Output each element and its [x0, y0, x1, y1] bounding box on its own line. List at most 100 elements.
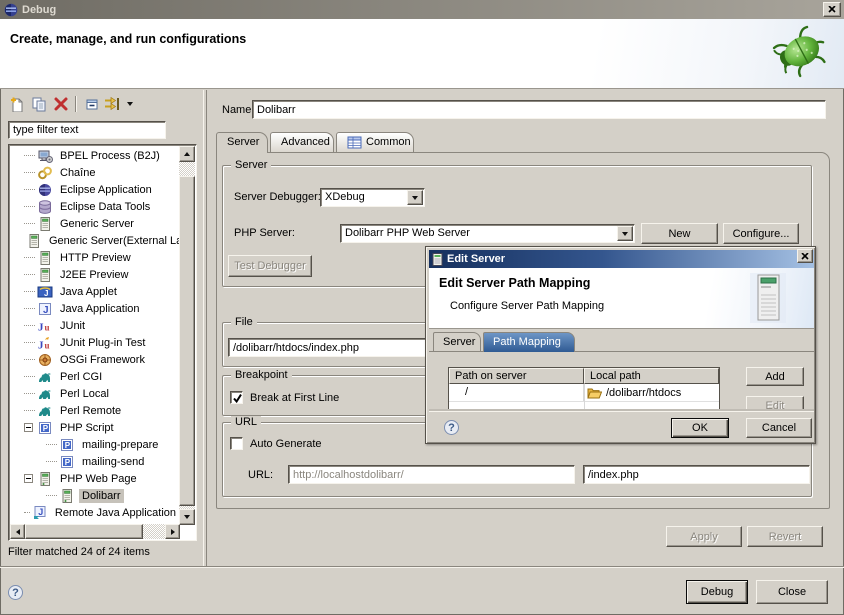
tree-content: BPEL Process (B2J)ChaîneEclipse Applicat…	[10, 147, 179, 523]
close-button[interactable]: Close	[756, 580, 828, 604]
ok-button[interactable]: OK	[671, 418, 729, 438]
duplicate-config-icon[interactable]	[28, 94, 50, 114]
tree-item-junit-plug-in-test[interactable]: JuJUnit Plug-in Test	[10, 334, 179, 351]
expander-minus-icon[interactable]	[24, 423, 33, 432]
tree-item-remote-java-application[interactable]: JRemote Java Application	[10, 504, 179, 521]
tree-connector	[24, 223, 35, 224]
tree-item-j2ee-preview[interactable]: J2EE Preview	[10, 266, 179, 283]
filter-config-icon[interactable]	[102, 94, 124, 114]
tree-item-php-script[interactable]: PPHP Script	[10, 419, 179, 436]
collapse-all-icon[interactable]	[80, 94, 102, 114]
tree-item-generic-server[interactable]: Generic Server	[10, 215, 179, 232]
scroll-up-button[interactable]	[179, 146, 195, 162]
add-mapping-button[interactable]: Add	[746, 367, 804, 386]
col-path-on-server[interactable]: Path on server	[449, 368, 584, 384]
tree-item-perl-remote[interactable]: Perl Remote	[10, 402, 179, 419]
tab-dialog-server[interactable]: Server	[433, 332, 481, 351]
table-icon	[347, 136, 362, 149]
tree-item-http-preview[interactable]: HTTP Preview	[10, 249, 179, 266]
tab-common[interactable]: Common	[336, 132, 414, 152]
hscroll-thumb[interactable]	[25, 524, 143, 539]
hscroll-track[interactable]	[143, 524, 165, 539]
page-title: Create, manage, and run configurations	[10, 32, 246, 46]
revert-button[interactable]: Revert	[747, 526, 823, 547]
cancel-button[interactable]: Cancel	[746, 418, 812, 438]
server-debugger-combo[interactable]: XDebug	[320, 188, 425, 207]
configurations-tree: BPEL Process (B2J)ChaîneEclipse Applicat…	[8, 144, 197, 541]
tab-advanced[interactable]: Advanced	[270, 132, 334, 152]
combo-arrow-icon[interactable]	[407, 190, 423, 205]
tree-item-dolibarr[interactable]: Dolibarr	[10, 487, 179, 504]
delete-config-icon[interactable]	[50, 94, 72, 114]
php-icon: P	[59, 454, 75, 470]
tab-server[interactable]: Server	[216, 132, 268, 153]
tree-item-java-application[interactable]: JJava Application	[10, 300, 179, 317]
dialog-help-icon[interactable]: ?	[444, 420, 459, 435]
perl-icon	[37, 369, 53, 385]
tree-item-perl-cgi[interactable]: Perl CGI	[10, 368, 179, 385]
configure-button[interactable]: Configure...	[723, 223, 799, 244]
break-first-line-checkbox[interactable]	[230, 391, 243, 404]
tree-item-eclipse-data-tools[interactable]: Eclipse Data Tools	[10, 198, 179, 215]
svg-text:J: J	[38, 506, 43, 516]
vscroll-thumb[interactable]	[179, 176, 195, 506]
edit-server-close-button[interactable]	[797, 249, 813, 263]
tree-item-java-applet[interactable]: JJava Applet	[10, 283, 179, 300]
tree-item-junit[interactable]: JuJUnit	[10, 317, 179, 334]
filter-status-text: Filter matched 24 of 24 items	[8, 546, 150, 558]
apply-button[interactable]: Apply	[666, 526, 742, 547]
tree-item-cha-ne[interactable]: Chaîne	[10, 164, 179, 181]
tree-connector	[24, 155, 35, 156]
window-close-button[interactable]	[823, 2, 841, 17]
scroll-right-button[interactable]	[165, 524, 180, 539]
scroll-left-button[interactable]	[10, 524, 25, 539]
svg-text:J: J	[38, 339, 44, 351]
new-server-button[interactable]: New	[641, 223, 718, 244]
new-config-icon[interactable]	[6, 94, 28, 114]
scroll-down-button[interactable]	[179, 509, 195, 525]
tree-item-eclipse-application[interactable]: Eclipse Application	[10, 181, 179, 198]
tree-item-mailing-prepare[interactable]: Pmailing-prepare	[10, 436, 179, 453]
debug-button[interactable]: Debug	[686, 580, 748, 604]
eclipse-logo-icon	[4, 3, 18, 17]
tree-connector	[24, 376, 35, 377]
tree-item-perl-local[interactable]: Perl Local	[10, 385, 179, 402]
tree-connector	[24, 308, 35, 309]
toolbar-separator	[75, 96, 77, 112]
filter-menu-caret-icon[interactable]	[124, 94, 136, 114]
help-icon[interactable]: ?	[8, 585, 23, 600]
tree-item-osgi-framework[interactable]: OSGi Framework	[10, 351, 179, 368]
table-header: Path on server Local path	[449, 368, 719, 384]
auto-generate-checkbox[interactable]	[230, 437, 243, 450]
tab-path-mapping[interactable]: Path Mapping	[483, 332, 575, 352]
expander-minus-icon[interactable]	[24, 474, 33, 483]
tree-connector	[46, 461, 57, 462]
edit-server-title: Edit Server	[447, 253, 505, 265]
tree-connector	[24, 410, 35, 411]
combo-arrow-icon[interactable]	[617, 226, 633, 241]
col-local-path[interactable]: Local path	[584, 368, 719, 384]
tree-item-generic-server-external-la[interactable]: Generic Server(External La	[10, 232, 179, 249]
path-mapping-table[interactable]: Path on server Local path //dolibarr/htd…	[448, 367, 720, 411]
window-title: Debug	[22, 4, 56, 16]
tree-connector	[46, 495, 57, 496]
perl-icon	[37, 386, 53, 402]
tree-item-php-web-page[interactable]: PHP Web Page	[10, 470, 179, 487]
remote-java-icon: J	[32, 505, 48, 521]
filter-input[interactable]	[8, 121, 166, 139]
php-server-combo[interactable]: Dolibarr PHP Web Server	[340, 224, 635, 243]
vscroll-track[interactable]	[179, 162, 195, 176]
tree-connector	[24, 189, 35, 190]
svg-text:P: P	[65, 440, 71, 449]
tree-connector	[24, 359, 35, 360]
path-mapping-panel: Path on server Local path //dolibarr/htd…	[429, 351, 814, 411]
panel-sash[interactable]	[203, 90, 207, 566]
tree-connector	[46, 444, 57, 445]
edit-mapping-button[interactable]: Edit	[746, 396, 804, 411]
tree-item-mailing-send[interactable]: Pmailing-send	[10, 453, 179, 470]
test-debugger-button[interactable]: Test Debugger	[228, 255, 312, 277]
break-first-line-label: Break at First Line	[250, 392, 339, 404]
tree-item-bpel-process-b2j[interactable]: BPEL Process (B2J)	[10, 147, 179, 164]
url-path-input[interactable]	[583, 465, 810, 484]
name-input[interactable]	[252, 100, 826, 119]
